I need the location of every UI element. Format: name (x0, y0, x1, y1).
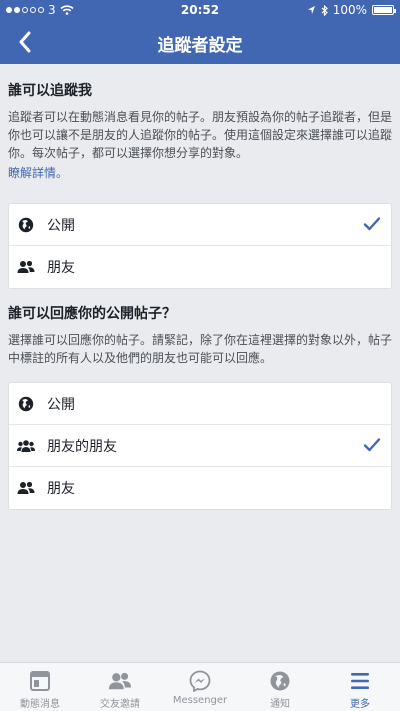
followers-section-title: 誰可以追蹤我 (8, 83, 92, 99)
tab-more[interactable]: 更多 (320, 663, 400, 711)
friend-requests-icon (108, 669, 132, 693)
comments-section-title: 誰可以回應你的公開帖子？ (8, 306, 176, 322)
tab-friend-requests[interactable]: 交友邀請 (80, 663, 160, 711)
status-bar: 3 20:52 100% (0, 0, 400, 20)
option-label: 朋友的朋友 (47, 438, 117, 455)
navigation-bar: 追蹤者設定 (0, 20, 400, 64)
friends-icon (17, 479, 35, 497)
option-label: 公開 (47, 217, 75, 234)
chevron-left-icon (19, 31, 31, 53)
tab-news-feed[interactable]: 動態消息 (0, 663, 80, 711)
back-button[interactable] (10, 26, 40, 58)
tab-notifications[interactable]: 通知 (240, 663, 320, 711)
learn-more-link[interactable]: 瞭解詳情。 (8, 164, 68, 181)
battery-percent: 100% (332, 3, 367, 17)
checkmark-icon (363, 217, 381, 231)
friends-icon (17, 258, 35, 276)
comments-options-list: 公開 朋友的朋友 朋友 (8, 382, 392, 510)
option-label: 公開 (47, 396, 75, 413)
followers-section-description: 追蹤者可以在動態消息看見你的帖子。朋友預設為你的帖子追蹤者，但是你也可以讓不是朋… (8, 110, 393, 160)
globe-icon (17, 216, 35, 234)
tab-bar: 動態消息 交友邀請 Messenger 通知 更多 (0, 662, 400, 711)
notifications-icon (268, 669, 292, 693)
messenger-icon (188, 669, 212, 693)
option-label: 朋友 (47, 260, 75, 276)
checkmark-icon (363, 438, 381, 452)
top-bar: 3 20:52 100% 追蹤者設定 (0, 0, 400, 64)
bluetooth-icon (321, 4, 328, 16)
news-feed-icon (28, 669, 52, 693)
battery-icon (372, 5, 396, 15)
more-icon (348, 669, 372, 693)
comments-option-friends[interactable]: 朋友 (9, 467, 391, 509)
page-title: 追蹤者設定 (157, 36, 243, 56)
comments-section-description: 選擇誰可以回應你的帖子。請緊記，除了你在這裡選擇的對象以外，帖子中標註的所有人以… (8, 333, 393, 365)
followers-option-friends[interactable]: 朋友 (9, 246, 391, 288)
followers-option-public[interactable]: 公開 (9, 204, 391, 246)
option-label: 朋友 (47, 481, 75, 497)
tab-messenger[interactable]: Messenger (160, 663, 240, 711)
followers-options-list: 公開 朋友 (8, 203, 392, 289)
friends-of-friends-icon (17, 437, 35, 455)
location-arrow-icon (307, 6, 315, 14)
globe-icon (17, 395, 35, 413)
comments-option-public[interactable]: 公開 (9, 383, 391, 425)
comments-option-friends-of-friends[interactable]: 朋友的朋友 (9, 425, 391, 467)
